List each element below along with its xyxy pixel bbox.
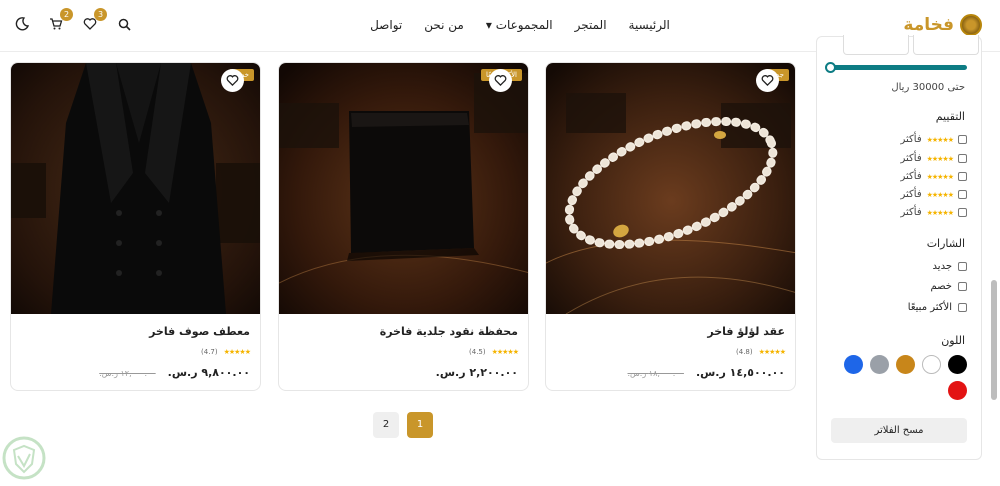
price-slider-handle[interactable] [825,62,836,73]
product-old-price: ١٨,٠٠٠.٠٠ ر.س. [627,369,684,378]
heart-icon [494,75,507,87]
nav-about[interactable]: من نحن [424,18,464,32]
rating-stars: ★★★★★ [926,154,954,163]
page-scrollbar[interactable] [990,52,998,486]
add-to-wishlist-button[interactable] [489,69,512,92]
filters-sidebar: حتى 30000 ريال التقييم ★★★★★ فأكثر ★★★★★… [815,35,982,460]
product-rating: ★★★★★ (4.7) [201,348,251,356]
main-nav: الرئيسية المتجر المجموعات ▾ من نحن تواصل [0,18,1000,32]
scrollbar-thumb[interactable] [991,280,997,400]
color-swatches [827,355,967,400]
color-swatch-red[interactable] [948,381,967,400]
search-icon[interactable] [116,16,132,32]
rating-stars: ★★★★★ [926,190,954,199]
product-name[interactable]: محفظة نقود جلدية فاخرة [380,325,518,338]
product-image-leather-wallet[interactable] [279,63,529,314]
badge-option-new[interactable]: جديد [933,261,967,272]
product-rating-value: (4.5) [469,348,486,356]
rating-option[interactable]: ★★★★★ فأكثر [900,153,967,164]
heart-icon [761,75,774,87]
product-old-price: ١٢,٠٠٠.٠٠ ر.س. [99,369,156,378]
nav-contact[interactable]: تواصل [370,18,402,32]
rating-stars: ★★★★★ [926,135,954,144]
pagination: 2 1 [373,412,433,438]
product-price: ٩,٨٠٠.٠٠ ر.س. ١٢,٠٠٠.٠٠ ر.س. [99,366,250,379]
rating-checkbox[interactable] [958,154,967,163]
color-filter-title: اللون [941,334,965,347]
product-stars: ★★★★★ [491,348,519,356]
color-swatch-gold[interactable] [896,355,915,374]
badge-option-label: جديد [932,261,952,272]
clear-filters-button[interactable]: مسح الفلاتر [831,418,967,443]
rating-checkbox[interactable] [958,135,967,144]
product-price: ٢,٢٠٠.٠٠ ر.س. [436,366,518,379]
product-current-price: ٩,٨٠٠.٠٠ ر.س. [167,366,250,379]
product-name[interactable]: معطف صوف فاخر [149,325,250,338]
product-rating: ★★★★★ (4.5) [469,348,519,356]
rating-option-label: فأكثر [900,189,922,200]
badge-checkbox[interactable] [958,282,967,291]
watermark-shield-icon [2,436,46,480]
rating-stars: ★★★★★ [926,172,954,181]
wishlist-icon[interactable]: 3 [82,8,107,32]
header-actions: 2 3 [14,8,132,32]
rating-checkbox[interactable] [958,172,967,181]
wishlist-count-badge: 3 [94,8,107,21]
product-card[interactable]: جديد عقد لؤلؤ فاخر ★★★★★ (4.8) ١٤,٥٠٠.٠٠… [545,62,796,391]
cart-icon[interactable]: 2 [48,8,73,32]
nav-collections[interactable]: المجموعات ▾ [486,18,553,32]
rating-filter-title: التقييم [935,110,965,123]
product-name[interactable]: عقد لؤلؤ فاخر [707,325,785,338]
product-rating-value: (4.7) [201,348,218,356]
badge-option-label: الأكثر مبيعًا [907,302,952,313]
nav-store[interactable]: المتجر [575,18,607,32]
product-rating-value: (4.8) [736,348,753,356]
product-price: ١٤,٥٠٠.٠٠ ر.س. ١٨,٠٠٠.٠٠ ر.س. [628,366,786,379]
product-current-price: ٢,٢٠٠.٠٠ ر.س. [435,366,518,379]
rating-option[interactable]: ★★★★★ فأكثر [900,207,967,218]
product-card[interactable]: خصم معطف صوف فاخر ★★★★★ (4.7) ٩,٨٠٠.٠٠ ر… [10,62,261,391]
rating-checkbox[interactable] [958,208,967,217]
rating-option-label: فأكثر [900,134,922,145]
price-range-inputs [815,35,981,57]
rating-option-label: فأكثر [900,153,922,164]
color-swatch-gray[interactable] [870,355,889,374]
rating-option-label: فأكثر [900,171,922,182]
product-stars: ★★★★★ [758,348,786,356]
badge-option-discount[interactable]: خصم [930,281,967,292]
min-price-input[interactable] [843,35,909,55]
color-swatch-blue[interactable] [844,355,863,374]
add-to-wishlist-button[interactable] [756,69,779,92]
rating-checkbox[interactable] [958,190,967,199]
product-card[interactable]: الأكثر مبيعًا محفظة نقود جلدية فاخرة ★★★… [278,62,529,391]
product-current-price: ١٤,٥٠٠.٠٠ ر.س. [695,366,785,379]
price-slider[interactable] [825,62,967,73]
rating-option[interactable]: ★★★★★ فأكثر [900,189,967,200]
nav-home[interactable]: الرئيسية [629,18,670,32]
badge-option-label: خصم [930,281,952,292]
color-swatch-black[interactable] [948,355,967,374]
product-rating: ★★★★★ (4.8) [736,348,786,356]
heart-icon [226,75,239,87]
badges-filter-title: الشارات [926,237,965,250]
badge-option-bestseller[interactable]: الأكثر مبيعًا [908,302,967,313]
product-stars: ★★★★★ [223,348,251,356]
color-swatch-white[interactable] [922,355,941,374]
badge-checkbox[interactable] [958,303,967,312]
rating-option-label: فأكثر [900,207,922,218]
badge-checkbox[interactable] [958,262,967,271]
page-2-button[interactable]: 2 [373,412,399,438]
product-image-pearl-necklace[interactable] [546,63,796,314]
page-1-button[interactable]: 1 [407,412,433,438]
rating-option[interactable]: ★★★★★ فأكثر [900,134,967,145]
add-to-wishlist-button[interactable] [221,69,244,92]
rating-stars: ★★★★★ [926,208,954,217]
product-image-wool-coat[interactable] [11,63,261,314]
max-price-input[interactable] [913,35,979,55]
dark-mode-toggle-icon[interactable] [14,16,30,32]
cart-count-badge: 2 [60,8,73,21]
price-range-label: حتى 30000 ريال [891,82,965,93]
rating-option[interactable]: ★★★★★ فأكثر [900,171,967,182]
